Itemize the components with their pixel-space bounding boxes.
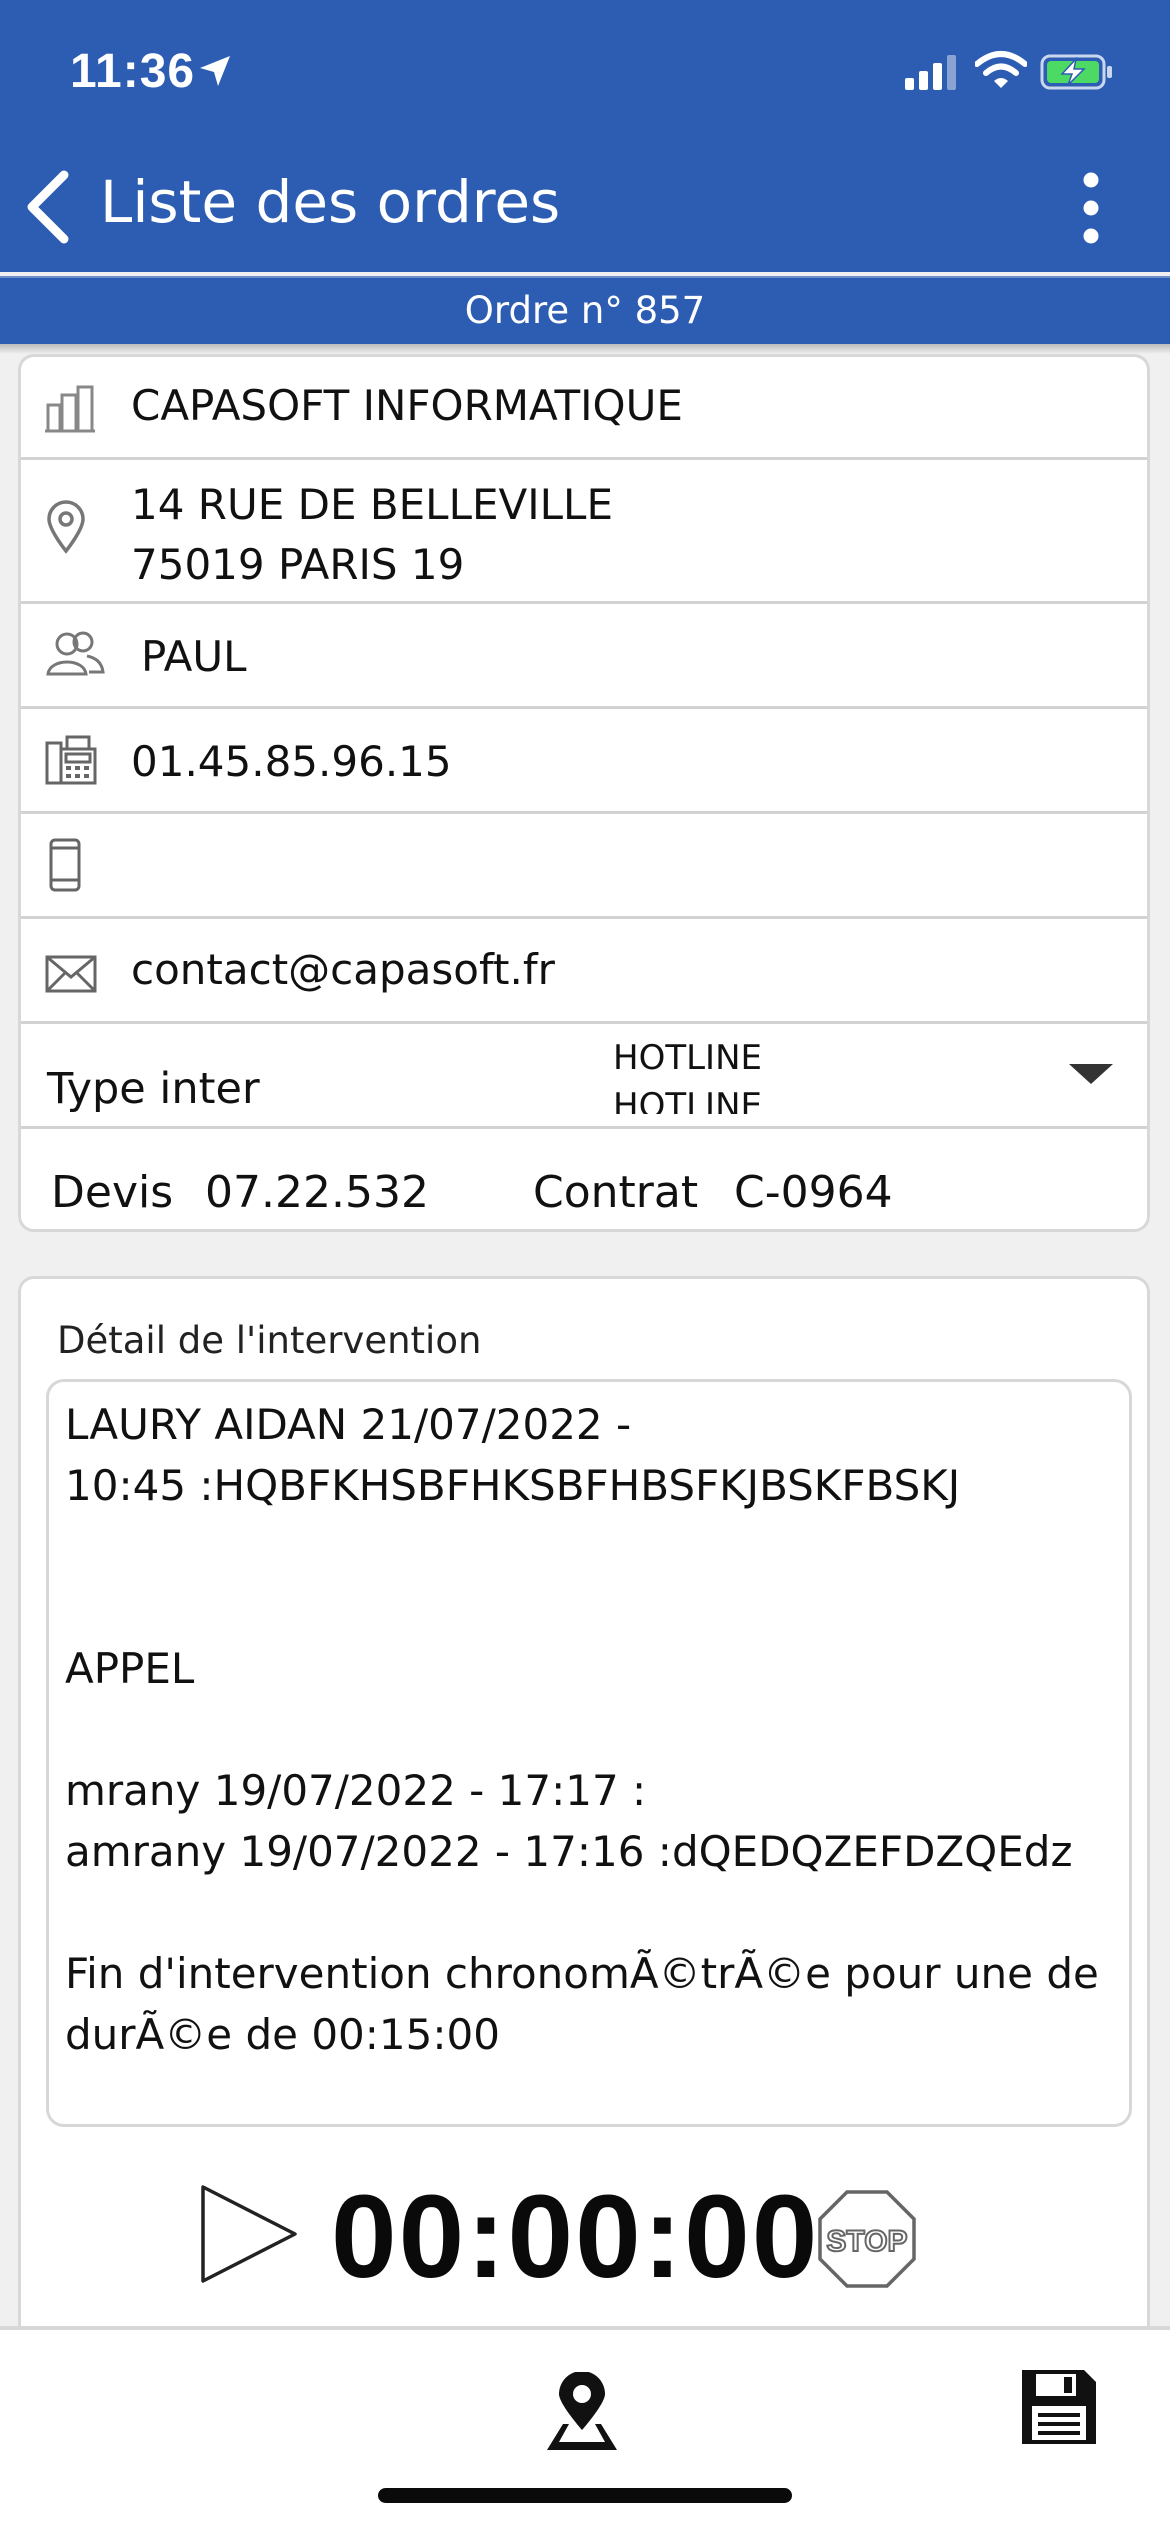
- save-disk-icon[interactable]: [1020, 2368, 1098, 2446]
- contrat-label: Contrat: [533, 1167, 699, 1218]
- type-inter-picker[interactable]: HOTLINE HOTLINE: [613, 1034, 813, 1114]
- address-row[interactable]: 14 RUE DE BELLEVILLE 75019 PARIS 19: [21, 460, 1147, 604]
- devis-contrat-row: Devis 07.22.532 Contrat C-0964: [21, 1129, 1147, 1229]
- contact-name: PAUL: [141, 632, 247, 681]
- company-row: CAPASOFT INFORMATIQUE: [21, 357, 1147, 460]
- email-row[interactable]: contact@capasoft.fr: [21, 919, 1147, 1024]
- type-inter-option[interactable]: HOTLINE: [613, 1082, 813, 1114]
- type-inter-row[interactable]: Type inter HOTLINE HOTLINE: [21, 1024, 1147, 1129]
- signal-icon: [905, 55, 956, 90]
- location-arrow-icon: [200, 56, 230, 86]
- mobile-phone-icon: [49, 838, 81, 892]
- wifi-icon: [975, 51, 1027, 88]
- phone-row[interactable]: 01.45.85.96.15: [21, 709, 1147, 814]
- more-vertical-icon[interactable]: [1076, 172, 1106, 244]
- detail-textarea[interactable]: LAURY AIDAN 21/07/2022 - 10:45 :HQBFKHSB…: [46, 1379, 1132, 2127]
- battery-charging-icon: [1040, 54, 1112, 90]
- stop-sign-icon[interactable]: STOP: [817, 2189, 917, 2289]
- type-inter-option[interactable]: HOTLINE: [613, 1034, 813, 1082]
- dropdown-caret-icon[interactable]: [1069, 1064, 1113, 1084]
- map-pin-icon: [47, 500, 85, 554]
- back-chevron-icon[interactable]: [24, 170, 74, 244]
- devis-value: 07.22.532: [205, 1167, 429, 1218]
- chrono-timer: 00:00:00: [331, 2171, 820, 2303]
- top-bar: 11:36 Liste des ordres: [0, 0, 1170, 272]
- email-address: contact@capasoft.fr: [131, 945, 555, 994]
- people-icon: [46, 631, 105, 676]
- map-marker-icon[interactable]: [545, 2372, 619, 2452]
- detail-text: LAURY AIDAN 21/07/2022 - 10:45 :HQBFKHSB…: [65, 1400, 1099, 2059]
- contact-row: PAUL: [21, 604, 1147, 709]
- phone-fax-icon: [45, 735, 97, 785]
- address-line-1: 14 RUE DE BELLEVILLE: [131, 480, 613, 529]
- building-icon: [45, 385, 95, 433]
- envelope-icon: [45, 955, 97, 993]
- play-icon[interactable]: [199, 2184, 299, 2284]
- header-shadow: [0, 344, 1170, 354]
- order-number: Ordre n° 857: [0, 276, 1170, 344]
- screen: 11:36 Liste des ordres Ordre n° 857 CAPA…: [0, 0, 1170, 2532]
- contrat-value: C-0964: [734, 1167, 893, 1218]
- detail-label: Détail de l'intervention: [57, 1319, 482, 1362]
- mobile-row[interactable]: [21, 814, 1147, 919]
- stop-label: STOP: [826, 2225, 907, 2258]
- home-indicator: [378, 2488, 792, 2503]
- back-to-order-list[interactable]: Liste des ordres: [100, 168, 560, 236]
- company-name: CAPASOFT INFORMATIQUE: [131, 381, 683, 430]
- status-time: 11:36: [70, 45, 196, 98]
- address-line-2: 75019 PARIS 19: [131, 540, 465, 589]
- devis-label: Devis: [51, 1167, 174, 1218]
- type-inter-label: Type inter: [47, 1064, 260, 1114]
- phone-number: 01.45.85.96.15: [131, 737, 452, 786]
- order-info-card: CAPASOFT INFORMATIQUE 14 RUE DE BELLEVIL…: [18, 354, 1150, 1232]
